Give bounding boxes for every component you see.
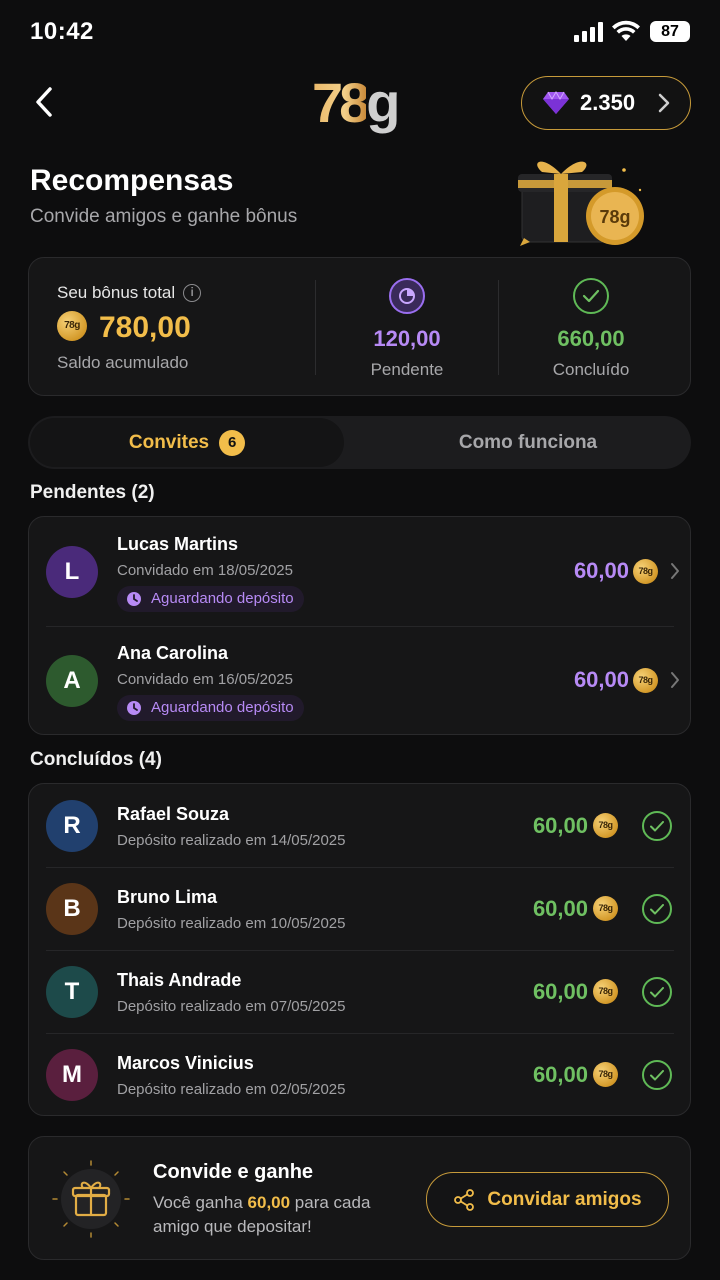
avatar: R [46,800,98,852]
reward-amount: 60,00 [532,896,588,921]
list-item[interactable]: B Bruno Lima Depósito realizado em 10/05… [29,867,692,950]
page-subtitle: Convide amigos e ganhe bônus [30,206,298,227]
invitee-name: Rafael Souza [117,804,230,824]
invitee-name: Marcos Vinicius [117,1053,254,1073]
list-item[interactable]: A Ana Carolina Convidado em 16/05/2025 A… [29,627,692,736]
reward-amount: 60,00 [532,979,588,1004]
list-item[interactable]: L Lucas Martins Convidado em 18/05/2025 … [29,517,692,626]
chevron-left-icon [36,87,52,117]
deposit-date: Depósito realizado em 02/05/2025 [117,1081,346,1098]
chevron-right-icon [671,563,679,579]
chevron-right-icon [658,93,670,113]
bonus-total-label: Seu bônus total i [57,283,202,303]
invitee-name: Lucas Martins [117,534,239,554]
chevron-right-icon [671,672,679,688]
avatar: B [46,883,98,935]
coin-icon: 78g [593,979,618,1004]
coin-icon: 78g [633,668,658,693]
gems-value: 2.350 [580,90,636,115]
status-badge: Aguardando depósito [117,695,304,721]
tab-convites[interactable]: Convites 6 [30,418,344,467]
tab-bar: Convites 6 Como funciona [28,416,691,469]
invite-date: Convidado em 18/05/2025 [117,562,293,579]
status-bar: 10:42 87 [0,0,720,64]
invite-title: Convide e ganhe [153,1161,314,1183]
pie-chart-icon [389,278,425,314]
status-badge: Aguardando depósito [117,586,304,612]
deposit-date: Depósito realizado em 10/05/2025 [117,915,346,932]
invitee-name: Ana Carolina [117,643,229,663]
gems-balance-button[interactable]: 2.350 [521,76,691,130]
pending-label: Pendente [370,360,444,379]
invitee-name: Bruno Lima [117,887,218,907]
clock-icon [127,592,141,606]
avatar: T [46,966,98,1018]
bonus-total-note: Saldo acumulado [57,353,189,372]
reward-amount: 60,00 [573,558,629,583]
diamond-icon [543,91,569,114]
back-button[interactable] [24,82,64,122]
reward-amount: 60,00 [573,667,629,692]
wifi-icon [612,20,640,41]
list-item[interactable]: R Rafael Souza Depósito realizado em 14/… [29,784,692,867]
avatar: A [46,655,98,707]
count-badge: 6 [219,429,246,456]
reward-amount: 60,00 [532,813,588,838]
app-logo: 78g [312,71,401,134]
coin-icon: 78g [57,311,87,341]
avatar: L [46,546,98,598]
invitee-name: Thais Andrade [117,970,242,990]
reward-amount: 60,00 [532,1062,588,1087]
check-circle-icon [642,894,672,924]
info-icon[interactable]: i [183,284,202,302]
done-value: 660,00 [557,326,625,351]
invite-friends-button[interactable]: Convidar amigos [426,1172,669,1227]
pending-section-title: Pendentes (2) [30,482,155,503]
done-stat: 660,00 Concluído [501,278,681,380]
list-item[interactable]: T Thais Andrade Depósito realizado em 07… [29,950,692,1033]
status-time: 10:42 [30,18,94,45]
divider [498,280,499,375]
pending-stat: 120,00 Pendente [317,278,497,380]
coin-icon: 78g [593,896,618,921]
invite-card: Convide e ganhe Você ganha 60,00 para ca… [28,1136,691,1260]
avatar: M [46,1049,98,1101]
tab-como-funciona[interactable]: Como funciona [368,416,688,469]
check-circle-icon [642,811,672,841]
pending-list: L Lucas Martins Convidado em 18/05/2025 … [28,516,691,735]
deposit-date: Depósito realizado em 07/05/2025 [117,998,346,1015]
check-circle-icon [642,977,672,1007]
done-list: R Rafael Souza Depósito realizado em 14/… [28,783,691,1116]
gift-box-illustration: 78g [518,161,644,246]
divider [315,280,316,375]
list-item[interactable]: M Marcos Vinicius Depósito realizado em … [29,1033,692,1116]
coin-icon: 78g [593,813,618,838]
done-label: Concluído [552,360,630,379]
share-icon [454,1188,475,1211]
signal-icon [574,22,603,42]
gift-icon [52,1160,130,1238]
clock-icon [127,701,141,715]
check-circle-icon [573,278,609,314]
bonus-summary-card: Seu bônus total i 78g 780,00 Saldo acumu… [28,257,691,396]
invite-description: Você ganha 60,00 para cada amigo que dep… [153,1193,371,1236]
bonus-total-value: 780,00 [99,311,191,344]
invite-date: Convidado em 16/05/2025 [117,671,293,688]
pending-value: 120,00 [373,326,441,351]
page-title: Recompensas [30,164,234,197]
deposit-date: Depósito realizado em 14/05/2025 [117,832,346,849]
coin-icon: 78g [633,559,658,584]
battery-indicator: 87 [650,21,690,42]
coin-icon: 78g [593,1062,618,1087]
check-circle-icon [642,1060,672,1090]
svg-text:78g: 78g [599,207,630,227]
done-section-title: Concluídos (4) [30,749,162,770]
